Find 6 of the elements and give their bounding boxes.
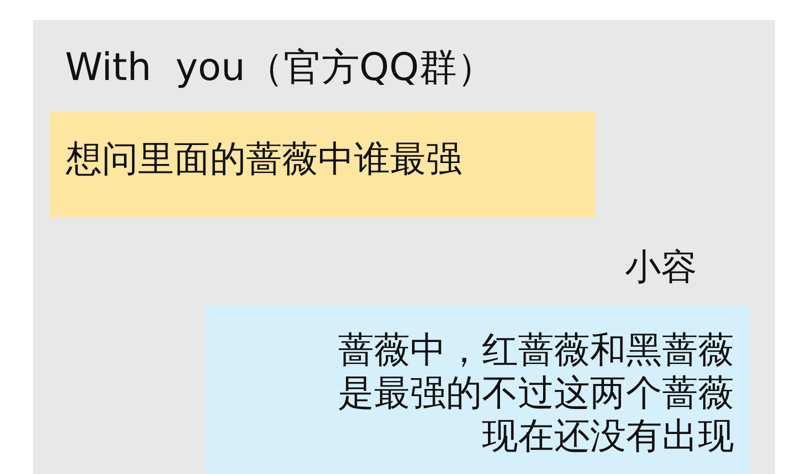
message-line: 蔷薇中，红蔷薇和黑蔷薇: [338, 329, 734, 372]
message-bubble: 想问里面的蔷薇中谁最强: [50, 112, 595, 217]
message-line: 是最强的不过这两个蔷薇: [338, 372, 734, 415]
message-line: 现在还没有出现: [482, 415, 734, 458]
chat-title: With you（官方QQ群）: [65, 44, 496, 91]
sender-name: 小容: [625, 246, 697, 290]
